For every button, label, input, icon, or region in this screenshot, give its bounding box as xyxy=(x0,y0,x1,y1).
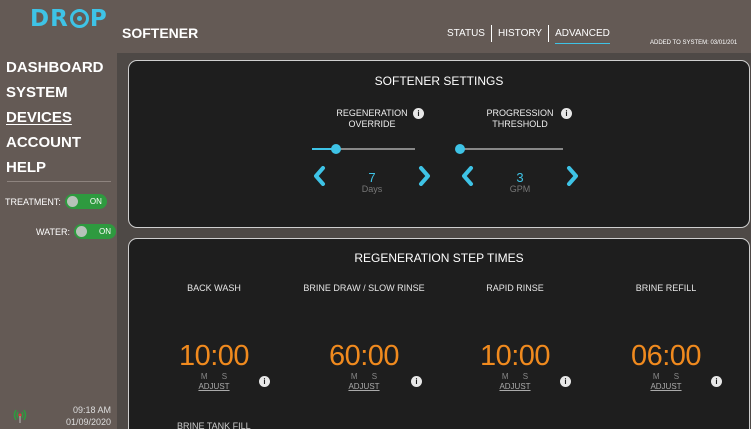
step-time: 10:00 xyxy=(479,340,551,372)
regeneration-steps-panel: REGENERATION STEP TIMES BACK WASH 10:00 … xyxy=(128,238,750,429)
treatment-toggle-row: TREATMENT: ON xyxy=(5,194,107,209)
header: SOFTENER STATUS HISTORY ADVANCED ADDED T… xyxy=(117,0,751,53)
water-toggle-row: WATER: ON xyxy=(36,224,116,239)
info-icon[interactable]: i xyxy=(259,376,270,387)
nav-help[interactable]: HELP xyxy=(6,155,104,180)
info-icon[interactable]: i xyxy=(711,376,722,387)
clock-time: 09:18 AM xyxy=(72,405,111,415)
step-time: 06:00 xyxy=(630,340,702,372)
nav-account[interactable]: ACCOUNT xyxy=(6,130,104,155)
drop-logo[interactable]: DR P xyxy=(30,6,108,32)
step-time: 10:00 xyxy=(178,340,250,372)
slider-thumb[interactable] xyxy=(455,144,465,154)
step-back-wash: BACK WASH 10:00 M S ADJUST i xyxy=(139,239,289,429)
info-icon[interactable]: i xyxy=(561,108,572,119)
logo-text-left: DR xyxy=(30,6,69,32)
setting-label-line2: THRESHOLD xyxy=(492,119,548,129)
sidebar: DR P DASHBOARD SYSTEM DEVICES ACCOUNT HEL… xyxy=(0,0,117,429)
step-time: 60:00 xyxy=(328,340,400,372)
toggle-knob xyxy=(76,226,87,237)
step-name: BRINE REFILL xyxy=(635,283,697,293)
water-state: ON xyxy=(99,227,111,236)
step-brine-tank-fill-label: BRINE TANK FILL xyxy=(177,421,251,429)
treatment-state: ON xyxy=(89,197,102,206)
regeneration-value: 7 xyxy=(368,170,376,185)
tab-history[interactable]: HISTORY xyxy=(492,28,548,39)
progression-slider[interactable] xyxy=(455,144,563,154)
chevron-right-icon[interactable] xyxy=(418,166,432,186)
step-rapid-rinse: RAPID RINSE 10:00 M S ADJUST i xyxy=(440,239,590,429)
regeneration-unit: Days xyxy=(361,184,383,194)
sidebar-divider xyxy=(7,181,111,182)
progression-value: 3 xyxy=(516,170,524,185)
step-name: RAPID RINSE xyxy=(486,283,544,293)
step-brine-draw: BRINE DRAW / SLOW RINSE 60:00 M S ADJUST… xyxy=(289,239,439,429)
info-icon[interactable]: i xyxy=(560,376,571,387)
toggle-knob xyxy=(66,196,78,207)
progression-unit: GPM xyxy=(509,184,531,194)
step-name: BACK WASH xyxy=(187,283,241,293)
chevron-right-icon[interactable] xyxy=(566,166,580,186)
softener-settings-panel: SOFTENER SETTINGS REGENERATION OVERRIDE … xyxy=(128,60,750,228)
signal-icon xyxy=(13,409,27,423)
info-icon[interactable]: i xyxy=(413,108,424,119)
nav-dashboard[interactable]: DASHBOARD xyxy=(6,55,104,80)
main-content: SOFTENER SETTINGS REGENERATION OVERRIDE … xyxy=(117,53,751,429)
tab-bar: STATUS HISTORY ADVANCED xyxy=(441,25,616,44)
clock-date: 01/09/2020 xyxy=(65,417,111,427)
water-label: WATER: xyxy=(36,226,70,237)
panel-title: SOFTENER SETTINGS xyxy=(374,74,504,88)
nav-system[interactable]: SYSTEM xyxy=(6,80,104,105)
nav-devices[interactable]: DEVICES xyxy=(6,105,104,130)
clock: 09:18 AM 01/09/2020 xyxy=(66,404,111,428)
logo-drop-icon xyxy=(69,9,89,28)
regeneration-slider[interactable] xyxy=(312,144,415,154)
added-to-system: ADDED TO SYSTEM: 03/01/201 xyxy=(650,40,738,46)
tab-advanced[interactable]: ADVANCED xyxy=(549,28,616,44)
step-name: BRINE DRAW / SLOW RINSE xyxy=(303,283,425,293)
step-brine-refill: BRINE REFILL 06:00 M S ADJUST i xyxy=(591,239,741,429)
slider-thumb[interactable] xyxy=(330,144,341,154)
page-title: SOFTENER xyxy=(122,25,199,41)
water-toggle[interactable]: ON xyxy=(74,224,116,239)
info-icon[interactable]: i xyxy=(411,376,422,387)
treatment-label: TREATMENT: xyxy=(5,196,61,207)
treatment-toggle[interactable]: ON xyxy=(64,194,107,209)
tab-status[interactable]: STATUS xyxy=(441,28,491,39)
logo-text-right: P xyxy=(89,6,108,32)
setting-label-line2: OVERRIDE xyxy=(348,119,396,129)
main-nav: DASHBOARD SYSTEM DEVICES ACCOUNT HELP xyxy=(6,55,104,180)
